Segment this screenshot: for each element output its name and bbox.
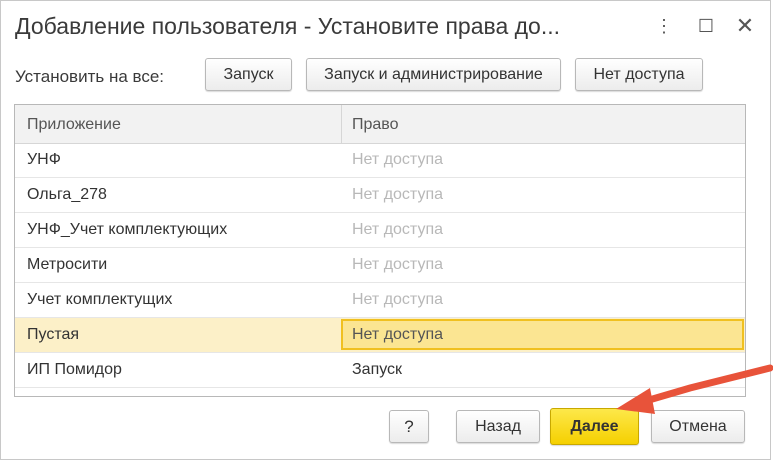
cell-right[interactable]: Нет доступа	[352, 291, 443, 309]
table-header: Приложение Право	[15, 105, 745, 144]
table-row[interactable]: ИП Помидор Запуск	[15, 353, 745, 388]
dialog-window: Добавление пользователя - Установите пра…	[0, 0, 771, 460]
back-button[interactable]: Назад	[456, 410, 540, 443]
cell-right[interactable]: Запуск	[352, 361, 402, 379]
set-all-label: Установить на все:	[15, 67, 165, 86]
table-row[interactable]: Метросити Нет доступа	[15, 248, 745, 283]
table-row[interactable]: УНФ_Учет комплектующих Нет доступа	[15, 213, 745, 248]
table-row[interactable]: УНФ Нет доступа	[15, 143, 745, 178]
more-options-icon[interactable]: ⋮	[653, 15, 675, 37]
table-row[interactable]: Учет комплектущих Нет доступа	[15, 283, 745, 318]
cell-right[interactable]: Нет доступа	[352, 186, 443, 204]
cell-right[interactable]: Нет доступа	[352, 326, 443, 344]
cell-application: Метросити	[27, 256, 108, 273]
cell-application: ИП Помидор	[27, 361, 122, 378]
set-all-launch-admin-button[interactable]: Запуск и администрирование	[306, 58, 561, 91]
table-row[interactable]: Ольга_278 Нет доступа	[15, 178, 745, 213]
cell-application: УНФ_Учет комплектующих	[27, 221, 228, 238]
cell-right[interactable]: Нет доступа	[352, 256, 443, 274]
dialog-title: Добавление пользователя - Установите пра…	[15, 13, 561, 39]
cell-application: Учет комплектущих	[27, 291, 173, 308]
column-divider	[341, 105, 342, 143]
close-icon[interactable]: ✕	[734, 15, 756, 37]
cell-right[interactable]: Нет доступа	[352, 151, 443, 169]
rights-table: Приложение Право УНФ Нет доступа Ольга_2…	[14, 104, 746, 397]
help-button[interactable]: ?	[389, 410, 429, 443]
cell-right[interactable]: Нет доступа	[352, 221, 443, 239]
table-row-selected[interactable]: Пустая Нет доступа	[15, 318, 745, 353]
cell-application: Ольга_278	[27, 186, 107, 203]
set-all-launch-button[interactable]: Запуск	[205, 58, 292, 91]
column-header-right[interactable]: Право	[352, 116, 399, 134]
cell-application: Пустая	[27, 326, 80, 343]
column-header-application[interactable]: Приложение	[27, 116, 121, 134]
maximize-icon[interactable]: ☐	[695, 15, 717, 37]
cancel-button[interactable]: Отмена	[651, 410, 745, 443]
set-all-no-access-button[interactable]: Нет доступа	[575, 58, 703, 91]
next-button[interactable]: Далее	[550, 408, 639, 445]
cell-application: УНФ	[27, 151, 61, 168]
